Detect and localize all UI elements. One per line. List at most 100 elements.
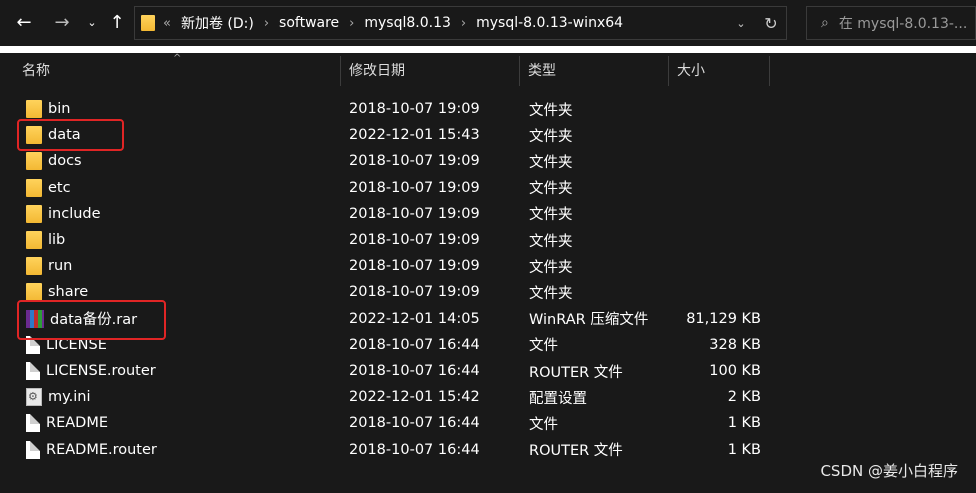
folder-icon (26, 152, 42, 171)
file-name-cell: LICENSE.router (26, 358, 156, 384)
column-divider[interactable] (769, 56, 770, 86)
file-row[interactable]: include 2018-10-07 19:09 文件夹 (0, 201, 976, 227)
file-row[interactable]: LICENSE.router 2018-10-07 16:44 ROUTER 文件 1… (0, 358, 976, 384)
file-size: 81,129 KB (686, 310, 761, 327)
file-row[interactable]: run 2018-10-07 19:09 文件夹 (0, 253, 976, 279)
file-type: 文件夹 (529, 259, 573, 276)
config-file-icon (26, 388, 42, 407)
highlight-box-backup-rar (17, 300, 166, 340)
file-size: 2 KB (727, 389, 761, 406)
file-date: 2018-10-07 19:09 (349, 101, 480, 117)
file-type: 文件 (529, 416, 558, 433)
file-name: run (48, 258, 73, 275)
search-icon: ⌕ (821, 15, 829, 31)
file-date: 2018-10-07 16:44 (349, 415, 480, 432)
file-date: 2018-10-07 19:09 (349, 205, 480, 222)
file-name: my.ini (48, 389, 91, 406)
file-row[interactable]: lib 2018-10-07 19:09 文件夹 (0, 227, 976, 253)
file-size (672, 201, 761, 227)
breadcrumb-item[interactable]: mysql8.0.13 (364, 15, 451, 31)
file-name: README.router (46, 441, 157, 458)
address-bar[interactable]: « 新加卷 (D:) › software › mysql8.0.13 › mysql-8.… (134, 6, 787, 40)
column-header: ^ 名称 修改日期 类型 大小 (0, 53, 976, 87)
file-size (672, 175, 761, 201)
column-name[interactable]: 名称 (14, 53, 340, 87)
column-date[interactable]: 修改日期 (341, 53, 519, 87)
file-row[interactable]: data 2022-12-01 15:43 文件夹 (0, 122, 976, 148)
file-row[interactable]: README.router 2018-10-07 16:44 ROUTER 文件 1 … (0, 437, 976, 463)
highlight-box-data-folder (17, 119, 124, 151)
file-name: bin (48, 101, 71, 117)
breadcrumb-item[interactable]: mysql-8.0.13-winx64 (476, 15, 623, 31)
file-type: 配置设置 (529, 390, 587, 407)
file-type: 文件夹 (529, 233, 573, 250)
file-name-cell: include (26, 201, 101, 227)
file-type: ROUTER 文件 (529, 443, 623, 460)
file-date: 2018-10-07 19:09 (349, 258, 480, 275)
column-type[interactable]: 类型 (520, 53, 668, 87)
file-type: 文件夹 (529, 285, 573, 302)
file-date: 2018-10-07 16:44 (349, 336, 480, 353)
file-name: README (46, 415, 108, 432)
address-dropdown-chevron-icon[interactable]: ⌄ (726, 17, 756, 30)
folder-icon (26, 231, 42, 249)
file-date: 2018-10-07 16:44 (349, 363, 480, 379)
search-box[interactable]: ⌕ 在 mysql-8.0.13-... (806, 6, 976, 40)
file-size (672, 96, 761, 122)
breadcrumb-separator-icon[interactable]: › (349, 16, 354, 31)
breadcrumb-item[interactable]: 新加卷 (D:) (181, 13, 254, 33)
file-name-cell: README (26, 410, 108, 436)
file-type: ROUTER 文件 (529, 364, 623, 381)
folder-icon (26, 257, 42, 276)
folder-icon (26, 283, 42, 302)
file-size: 328 KB (709, 336, 761, 353)
file-icon (26, 414, 40, 433)
file-icon (26, 362, 40, 380)
file-name-cell: docs (26, 148, 82, 174)
file-row[interactable]: my.ini 2022-12-01 15:42 配置设置 2 KB (0, 384, 976, 410)
file-date: 2022-12-01 14:05 (349, 310, 480, 327)
path-overflow[interactable]: « (163, 16, 171, 31)
file-row[interactable]: README 2018-10-07 16:44 文件 1 KB (0, 410, 976, 436)
file-size: 100 KB (709, 363, 761, 379)
file-type: 文件夹 (529, 128, 573, 145)
file-size (672, 122, 761, 148)
breadcrumb-item[interactable]: software (279, 15, 339, 31)
file-row[interactable]: docs 2018-10-07 19:09 文件夹 (0, 148, 976, 174)
breadcrumb-separator-icon[interactable]: › (461, 16, 466, 31)
file-type: 文件 (529, 338, 558, 355)
file-type: 文件夹 (529, 181, 573, 198)
breadcrumb-separator-icon[interactable]: › (264, 16, 269, 31)
file-size (672, 253, 761, 279)
file-name-cell: my.ini (26, 384, 91, 410)
file-name-cell: lib (26, 227, 65, 253)
up-arrow-icon[interactable]: ↑ (106, 8, 128, 36)
address-toolbar: ← → ⌄ ↑ « 新加卷 (D:) › software › mysql8.0.13 ›… (0, 0, 976, 46)
file-size (672, 227, 761, 253)
column-size[interactable]: 大小 (669, 53, 769, 87)
back-arrow-icon[interactable]: ← (12, 8, 36, 36)
forward-arrow-icon[interactable]: → (50, 8, 74, 36)
file-type: 文件夹 (529, 154, 573, 171)
search-placeholder: 在 mysql-8.0.13-... (838, 16, 968, 32)
file-date: 2022-12-01 15:43 (349, 127, 480, 144)
watermark: CSDN @姜小白程序 (820, 462, 958, 480)
file-name-cell: README.router (26, 437, 157, 463)
file-name-cell: etc (26, 175, 71, 201)
file-date: 2018-10-07 19:09 (349, 179, 480, 196)
file-row[interactable]: bin 2018-10-07 19:09 文件夹 (0, 96, 976, 122)
file-name-cell: run (26, 253, 72, 279)
file-date: 2022-12-01 15:42 (349, 389, 480, 406)
folder-icon (26, 204, 42, 223)
refresh-icon[interactable]: ↻ (756, 14, 786, 33)
folder-icon (26, 178, 42, 197)
file-size (672, 148, 761, 174)
recent-locations-chevron-icon[interactable]: ⌄ (84, 8, 100, 36)
file-list: ^ 名称 修改日期 类型 大小 bin 2018-10-07 19:09 文件夹 da… (0, 53, 976, 493)
file-icon (26, 440, 40, 459)
file-name: LICENSE.router (46, 363, 156, 379)
file-name: share (48, 284, 89, 301)
file-row[interactable]: etc 2018-10-07 19:09 文件夹 (0, 175, 976, 201)
file-size: 1 KB (727, 441, 761, 458)
file-type: WinRAR 压缩文件 (529, 312, 649, 329)
